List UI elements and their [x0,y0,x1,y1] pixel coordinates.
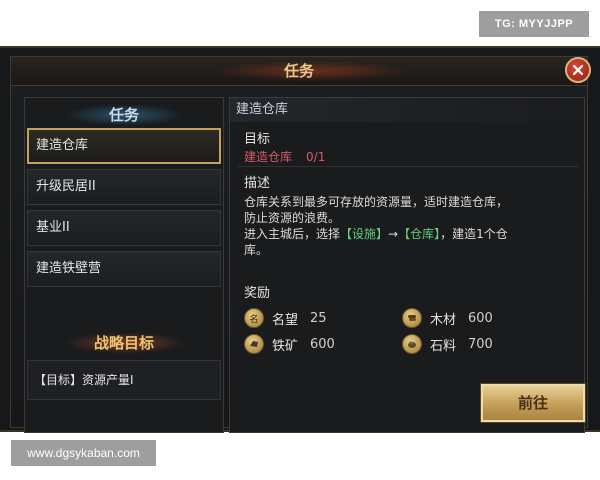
reward-amount: 600 [310,336,335,352]
reward-name: 石料 [430,338,457,354]
task-detail-title: 建造仓库 [230,98,584,122]
title-bar: 任务 [11,57,587,86]
task-item-foundation[interactable]: 基业II [27,210,221,246]
svg-text:名: 名 [249,313,258,324]
desc-line: 仓库关系到最多可存放的资源量，适时建造仓库， [244,195,509,209]
description-text: 仓库关系到最多可存放的资源量，适时建造仓库， 防止资源的浪费。 进入主城后，选择… [244,194,544,258]
prestige-icon: 名 [244,308,264,328]
divider [238,166,578,167]
close-button[interactable] [565,57,591,83]
task-item-build-iron-camp[interactable]: 建造铁壁营 [27,251,221,287]
reward-amount: 25 [310,310,327,326]
strategy-header: 战略目标 [25,330,223,356]
desc-line: 防止资源的浪费。 [244,211,341,225]
iron-icon [244,334,264,354]
reward-label: 奖励 [244,286,271,301]
task-item-build-warehouse[interactable]: 建造仓库 [27,128,221,164]
reward-amount: 600 [468,310,493,326]
reward-amount: 700 [468,336,493,352]
reward-prestige: 名 名望 25 [244,308,327,328]
objective-line: 建造仓库 0/1 [244,148,325,165]
desc-line: 进入主城后，选择【设施】→【仓库】，建造1个仓 [244,227,508,241]
window-frame: 任务 任务 建造仓库 升级民居II 基业II 建造铁壁营 战略目标 【目标】资源… [10,56,588,433]
task-list-panel: 任务 建造仓库 升级民居II 基业II 建造铁壁营 战略目标 【目标】资源产量I [24,97,224,433]
task-detail-panel: 建造仓库 目标 建造仓库 0/1 描述 仓库关系到最多可存放的资源量，适时建造仓库… [229,97,585,433]
reward-name: 铁矿 [272,338,299,354]
reward-name: 木材 [430,312,457,328]
quest-window: 任务 任务 建造仓库 升级民居II 基业II 建造铁壁营 战略目标 【目标】资源… [0,46,600,433]
objective-label: 目标 [244,132,271,147]
strategy-goal-item[interactable]: 【目标】资源产量I [27,360,221,400]
objective-progress: 0/1 [306,150,326,164]
reward-wood: 木材 600 [402,308,493,328]
desc-line: 库。 [244,243,269,257]
reward-stone: 石料 700 [402,334,493,354]
tasks-header: 任务 [25,102,223,128]
task-item-upgrade-residence[interactable]: 升级民居II [27,169,221,205]
facility-link: 【设施】 [340,227,389,241]
arrow-icon: → [388,227,399,241]
warehouse-link: 【仓库】 [398,227,441,241]
go-button[interactable]: 前往 [481,384,585,422]
description-label: 描述 [244,176,271,191]
stone-icon [402,334,422,354]
reward-name: 名望 [272,312,299,328]
close-icon [572,64,584,76]
wood-icon [402,308,422,328]
window-title: 任务 [283,62,314,80]
objective-text: 建造仓库 [244,150,293,164]
watermark-bottom: www.dgsykaban.com [11,440,156,466]
watermark-top: TG: MYYJJPP [479,11,589,37]
reward-iron: 铁矿 600 [244,334,335,354]
